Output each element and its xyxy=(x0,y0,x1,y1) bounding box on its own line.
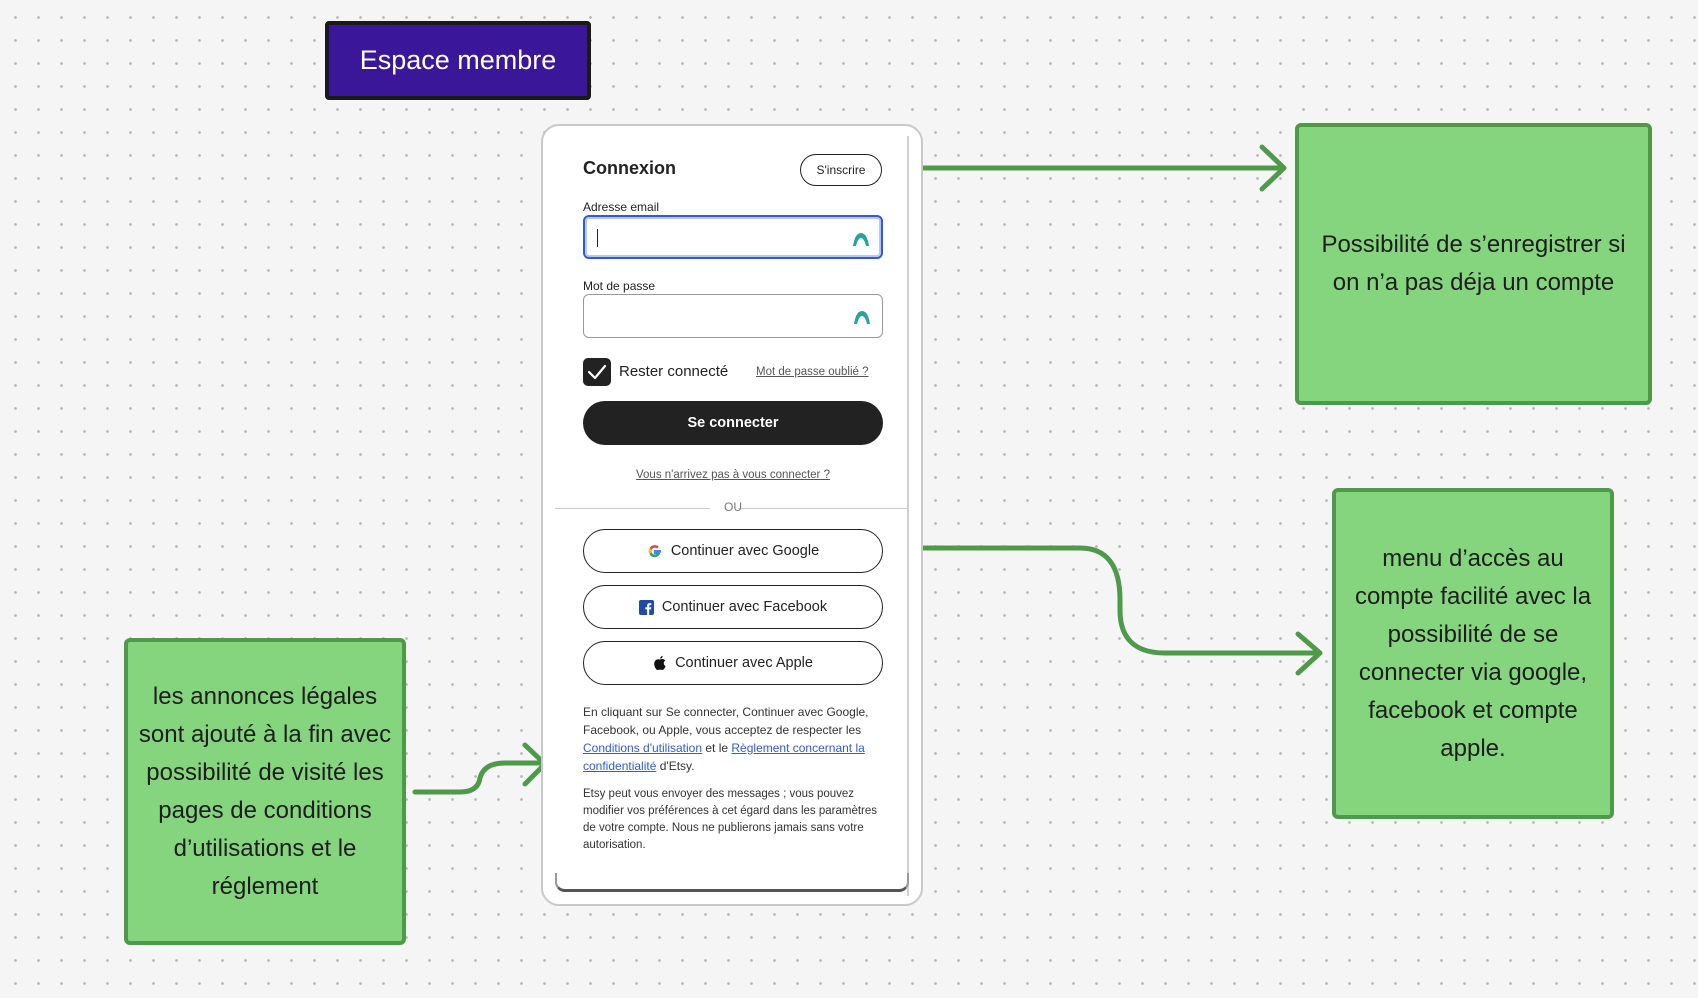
annotation-signup-text: Possibilité de s’enregistrer si on n’a p… xyxy=(1321,231,1626,296)
card-bottom-edge xyxy=(555,873,909,892)
card-edge xyxy=(907,136,909,896)
google-icon xyxy=(648,545,661,558)
apple-icon xyxy=(654,655,666,671)
legal-text-part: d'Etsy. xyxy=(656,759,695,773)
annotation-social-login: menu d’accès au compte facilité avec la … xyxy=(1332,488,1614,819)
apple-login-button[interactable]: Continuer avec Apple xyxy=(583,641,883,685)
signup-button[interactable]: S'inscrire xyxy=(800,154,882,186)
email-label: Adresse email xyxy=(583,200,660,214)
password-manager-icon[interactable] xyxy=(852,308,872,326)
google-login-button[interactable]: Continuer avec Google xyxy=(583,529,883,573)
legal-notice: En cliquant sur Se connecter, Continuer … xyxy=(583,703,888,775)
messages-notice: Etsy peut vous envoyer des messages ; vo… xyxy=(583,788,878,851)
password-field[interactable] xyxy=(583,294,883,338)
legal-text-part: et le xyxy=(702,741,732,755)
arrow-social xyxy=(915,545,1321,656)
remember-checkbox[interactable] xyxy=(583,358,611,386)
facebook-login-label: Continuer avec Facebook xyxy=(661,599,828,615)
checkmark-icon xyxy=(587,364,607,380)
annotation-legal-text: les annonces légales sont ajouté à la fi… xyxy=(138,682,392,900)
password-label: Mot de passe xyxy=(583,279,656,293)
trouble-signing-in-link[interactable]: Vous n'arrivez pas à vous connecter ? xyxy=(543,469,921,481)
annotation-social-login-text: menu d’accès au compte facilité avec la … xyxy=(1354,544,1592,762)
password-manager-icon[interactable] xyxy=(851,230,871,248)
annotation-signup: Possibilité de s’enregistrer si on n’a p… xyxy=(1295,123,1652,405)
or-separator: OU xyxy=(724,500,742,514)
facebook-login-button[interactable]: Continuer avec Facebook xyxy=(583,585,883,629)
email-field[interactable] xyxy=(583,215,883,259)
remember-label: Rester connecté xyxy=(619,363,729,380)
annotation-legal: les annonces légales sont ajouté à la fi… xyxy=(124,638,406,945)
login-card: Connexion S'inscrire Adresse email Mot d… xyxy=(541,124,923,906)
text-caret xyxy=(597,229,598,247)
legal-text-part: En cliquant sur Se connecter, Continuer … xyxy=(583,705,869,737)
apple-login-label: Continuer avec Apple xyxy=(675,655,813,671)
facebook-icon xyxy=(638,599,654,615)
arrow-legal xyxy=(412,760,546,795)
google-login-label: Continuer avec Google xyxy=(670,543,820,559)
forgot-password-link[interactable]: Mot de passe oublié ? xyxy=(756,366,869,378)
login-title: Connexion xyxy=(583,158,676,178)
terms-of-use-link[interactable]: Conditions d'utilisation xyxy=(583,741,702,755)
login-submit-button[interactable]: Se connecter xyxy=(583,401,883,445)
